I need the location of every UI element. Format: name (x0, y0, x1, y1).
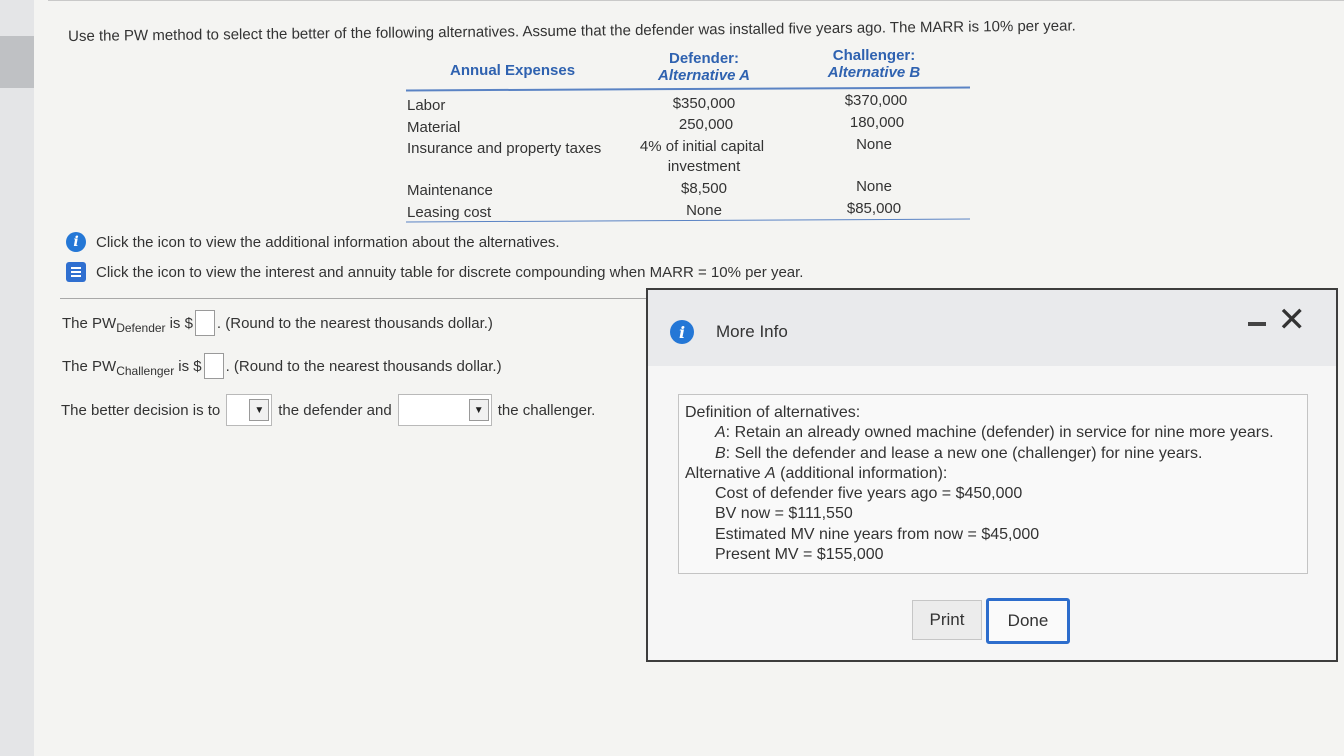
dialog-header: i More Info ✕ (648, 290, 1336, 366)
pw-defender-sub: Defender (116, 321, 166, 335)
print-button[interactable]: Print (912, 600, 982, 640)
pw-challenger-sub: Challenger (116, 364, 175, 378)
alt-suffix: (additional information): (775, 464, 948, 482)
section-divider (60, 298, 650, 299)
alt-prefix: Alternative (685, 464, 766, 482)
header-annual-expenses: Annual Expenses (450, 62, 576, 79)
decision-suffix: the challenger. (497, 401, 596, 419)
info-icon: i (670, 320, 694, 344)
row-leasing-challenger: $85,000 (846, 200, 902, 217)
header-defender: Defender: Alternative A (654, 50, 754, 84)
dropdown-arrow-icon[interactable]: ▼ (468, 399, 489, 421)
decision-prefix: The better decision is to (61, 401, 221, 419)
alt-a-key: A (715, 424, 726, 442)
alt-a-heading: Alternative A (additional information): (685, 464, 1301, 484)
round-note: . (Round to the nearest thousands dollar… (225, 357, 502, 375)
minimize-icon[interactable] (1248, 322, 1266, 326)
defender-decision-dropdown[interactable]: ▼ (226, 394, 273, 426)
header-defender-line2: Alternative A (658, 67, 750, 84)
dialog-content: Definition of alternatives: A: Retain an… (678, 394, 1308, 574)
row-maintenance-label: Maintenance (407, 182, 493, 199)
alt-b-text: : Sell the defender and lease a new one … (725, 444, 1203, 462)
defender-cost: Cost of defender five years ago = $450,0… (715, 485, 1023, 503)
pw-defender-input[interactable] (194, 310, 215, 336)
additional-info-text: Click the icon to view the additional in… (96, 233, 560, 251)
challenger-decision-dropdown[interactable]: ▼ (397, 394, 492, 426)
definition-heading: Definition of alternatives: (685, 404, 861, 421)
decision-mid: the defender and (278, 401, 392, 419)
dropdown-arrow-icon[interactable]: ▼ (249, 399, 270, 421)
sidebar-tab[interactable] (0, 36, 34, 88)
dialog-title: More Info (716, 322, 788, 341)
additional-info-link[interactable]: i Click the icon to view the additional … (66, 232, 560, 252)
alt-b-key: B (715, 444, 726, 462)
round-note: . (Round to the nearest thousands dollar… (216, 314, 493, 332)
estimated-mv-future: Estimated MV nine years from now = $45,0… (715, 525, 1040, 543)
row-labor-defender: $350,000 (672, 95, 736, 112)
row-leasing-label: Leasing cost (407, 204, 492, 221)
row-labor-label: Labor (407, 97, 446, 114)
header-challenger-line1: Challenger: (832, 47, 916, 64)
row-leasing-defender: None (686, 202, 722, 219)
info-icon[interactable]: i (66, 232, 86, 252)
pw-defender-question: The PW Defender is $ . (Round to the nea… (62, 310, 493, 336)
left-sidebar (0, 0, 34, 756)
row-material-defender: 250,000 (678, 116, 734, 133)
is-dollar: is $ (169, 314, 193, 332)
header-challenger: Challenger: Alternative B (822, 47, 926, 81)
book-icon[interactable] (66, 262, 86, 282)
interest-table-link[interactable]: Click the icon to view the interest and … (66, 262, 803, 282)
pw-challenger-input[interactable] (203, 353, 224, 379)
done-button[interactable]: Done (986, 598, 1070, 644)
more-info-dialog: i More Info ✕ Definition of alternatives… (646, 288, 1338, 662)
row-maintenance-challenger: None (856, 178, 892, 195)
row-maintenance-defender: $8,500 (681, 180, 727, 197)
pw-label: The PW (62, 314, 117, 332)
close-icon[interactable]: ✕ (1278, 300, 1307, 340)
alt-a-text: : Retain an already owned machine (defen… (725, 424, 1274, 442)
pw-challenger-question: The PW Challenger is $ . (Round to the n… (62, 353, 502, 379)
alt-key: A (765, 464, 776, 482)
header-defender-line1: Defender: (668, 50, 739, 67)
row-insurance-defender: 4% of initial capital (639, 138, 765, 155)
definition-b: B: Sell the defender and lease a new one… (685, 444, 1301, 464)
is-dollar: is $ (178, 357, 202, 375)
top-divider (48, 0, 1344, 1)
present-mv: Present MV = $155,000 (715, 546, 884, 564)
row-insurance-challenger: None (856, 136, 892, 153)
row-insurance-label: Insurance and property taxes (407, 140, 602, 157)
row-insurance-defender-2: investment (667, 158, 741, 175)
row-material-challenger: 180,000 (849, 114, 905, 131)
row-labor-challenger: $370,000 (844, 92, 908, 109)
decision-question: The better decision is to ▼ the defender… (61, 394, 595, 426)
header-challenger-line2: Alternative B (827, 64, 921, 81)
book-value-now: BV now = $111,550 (715, 505, 853, 523)
interest-table-text: Click the icon to view the interest and … (96, 263, 804, 281)
pw-label: The PW (62, 357, 117, 375)
definition-a: A: Retain an already owned machine (defe… (685, 423, 1301, 443)
row-material-label: Material (407, 119, 461, 136)
